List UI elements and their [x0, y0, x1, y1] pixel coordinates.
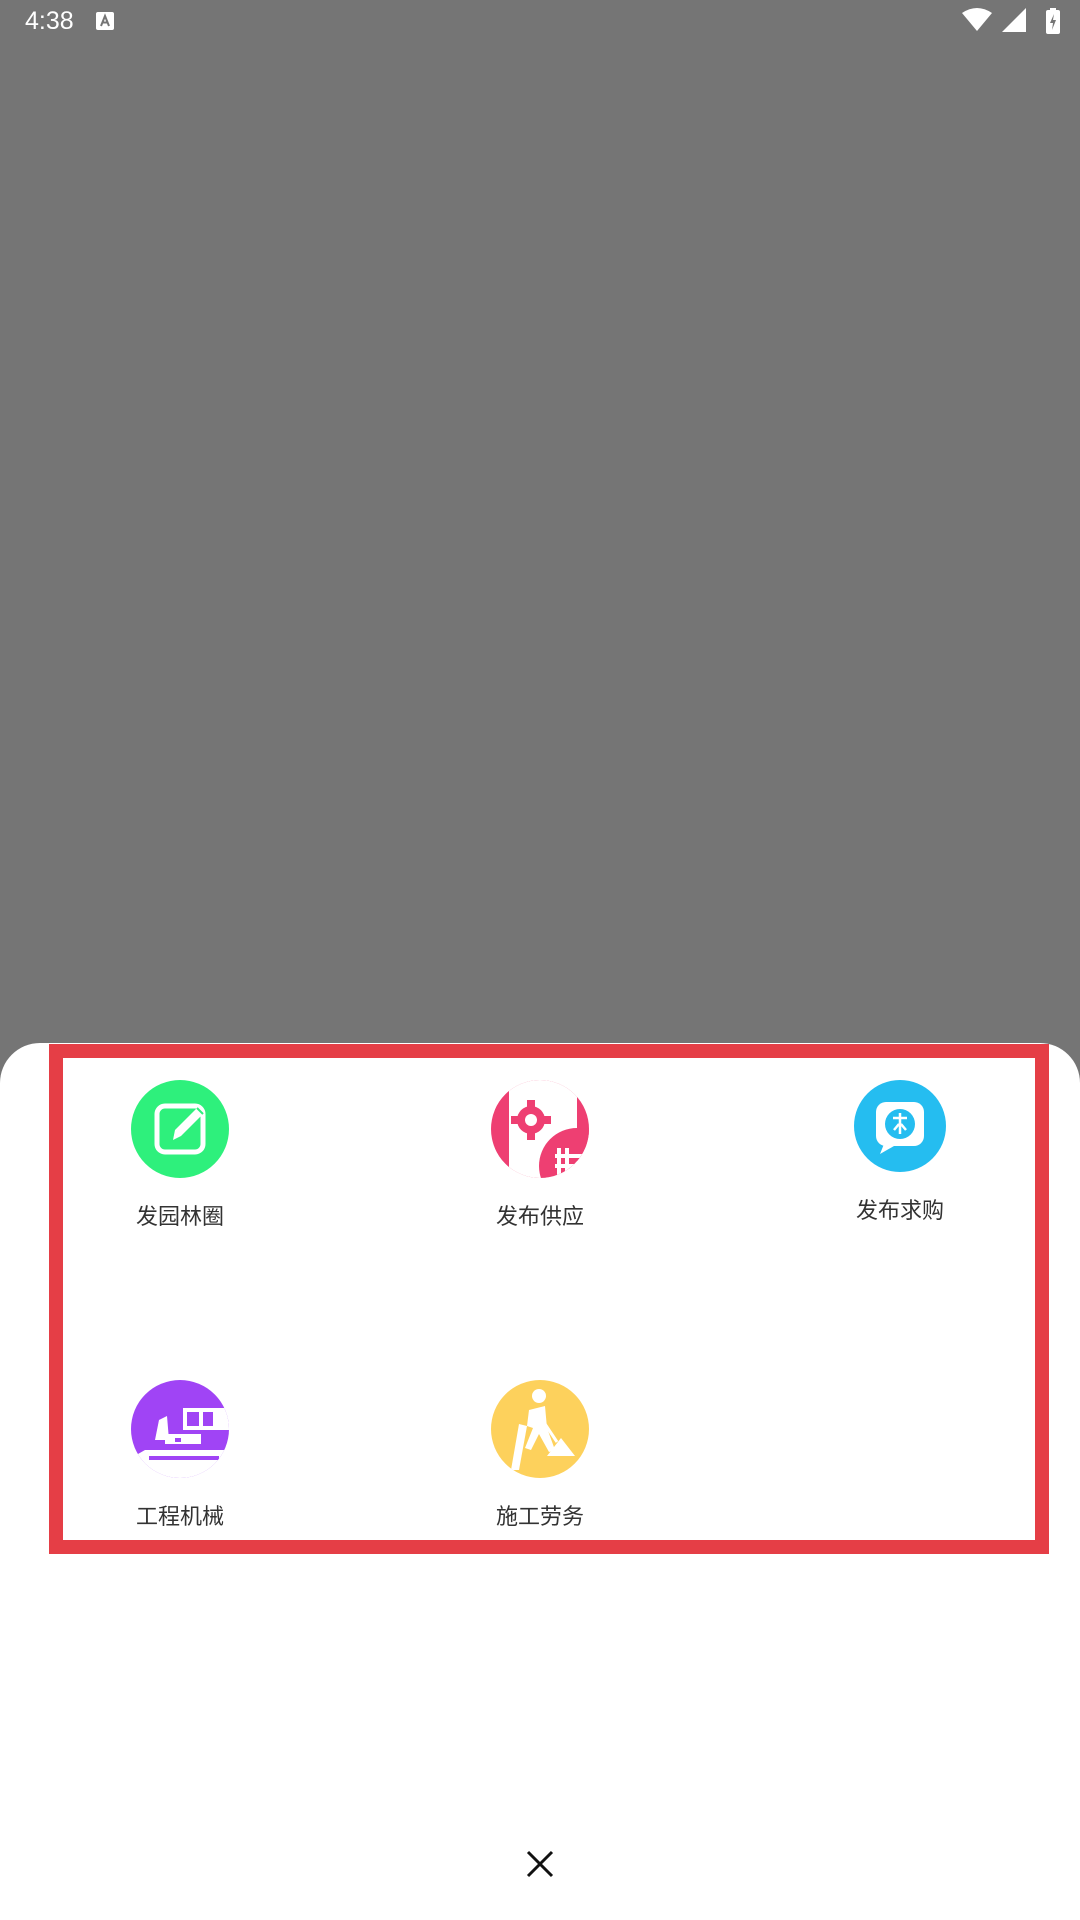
post-moments-label: 发园林圈: [135, 1205, 224, 1230]
request-chat-icon: [854, 1080, 946, 1172]
machinery-item[interactable]: 工程机械: [80, 1380, 280, 1533]
supply-gear-icon: [491, 1080, 589, 1178]
close-button[interactable]: [516, 1840, 564, 1888]
post-request-item[interactable]: 发布求购: [800, 1080, 1000, 1227]
a-notification-icon: [96, 12, 114, 30]
worker-icon: [491, 1380, 589, 1478]
post-request-label: 发布求购: [855, 1199, 944, 1224]
labor-item[interactable]: 施工劳务: [440, 1380, 640, 1533]
status-bar: 4:38: [0, 0, 1080, 42]
edit-icon: [131, 1080, 229, 1178]
wifi-icon: [962, 8, 992, 31]
post-moments-item[interactable]: 发园林圈: [80, 1080, 280, 1233]
machinery-icon: [131, 1380, 229, 1478]
machinery-label: 工程机械: [135, 1505, 224, 1530]
post-supply-item[interactable]: 发布供应: [440, 1080, 640, 1233]
labor-label: 施工劳务: [495, 1505, 584, 1530]
battery-icon: [1046, 8, 1060, 34]
post-supply-label: 发布供应: [495, 1205, 584, 1230]
screen: 4:38 发园林圈 发布供应 发布求购 工程机械 施工劳务: [0, 0, 1080, 1920]
signal-icon: [1002, 8, 1026, 32]
close-icon: [526, 1850, 554, 1878]
status-time: 4:38: [25, 7, 74, 35]
